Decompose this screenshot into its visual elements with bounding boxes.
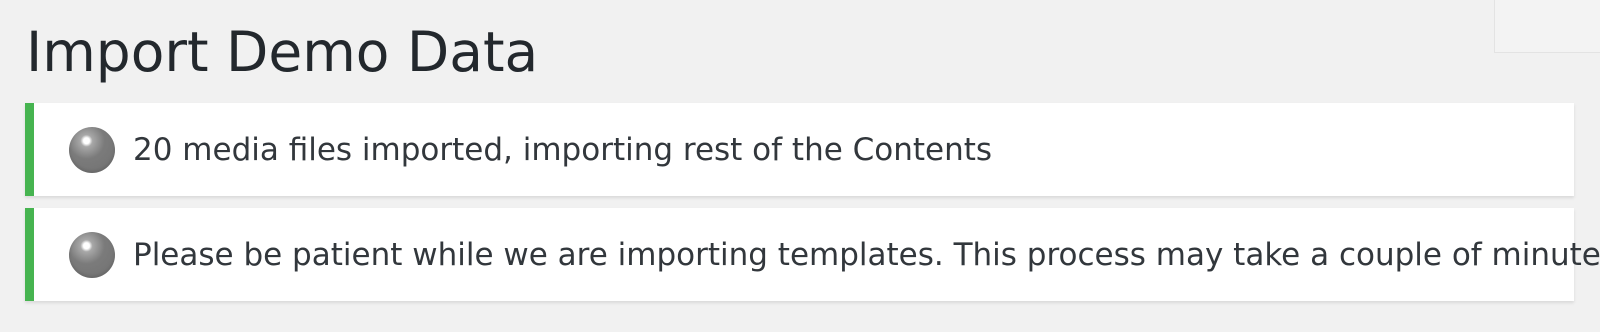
import-patience-notice: Please be patient while we are importing… bbox=[25, 208, 1600, 301]
import-progress-notice: 20 media files imported, importing rest … bbox=[25, 103, 1574, 196]
spinner-icon bbox=[69, 231, 115, 278]
spinner-icon bbox=[69, 126, 115, 173]
page-title: Import Demo Data bbox=[26, 20, 539, 84]
notice-message: 20 media files imported, importing rest … bbox=[133, 131, 993, 168]
screen-options-tab[interactable] bbox=[1494, 0, 1600, 53]
import-demo-data-page: Import Demo Data 20 media files imported… bbox=[0, 0, 1600, 332]
notice-message: Please be patient while we are importing… bbox=[133, 236, 1600, 273]
